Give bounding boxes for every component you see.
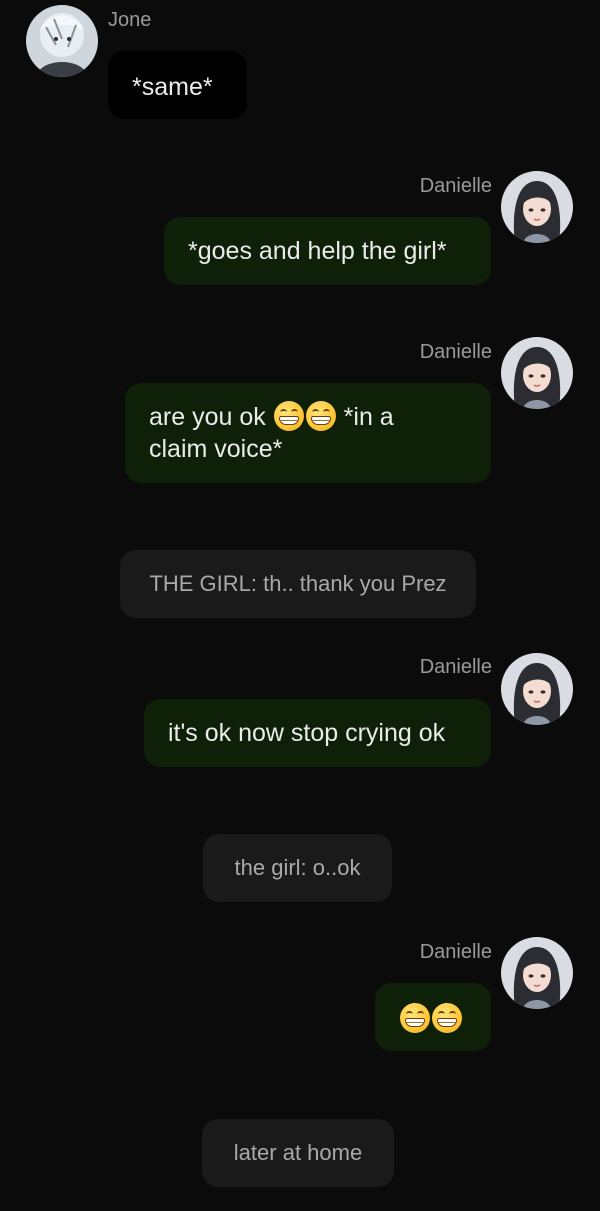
narration-text: later at home: [233, 1140, 363, 1165]
narration-text: THE GIRL: th.. thank you Prez: [149, 571, 447, 596]
narration-bubble[interactable]: THE GIRL: th.. thank you Prez: [120, 550, 476, 618]
narration-text: the girl: o..ok: [234, 855, 361, 880]
narration-bubble[interactable]: later at home: [202, 1119, 394, 1187]
sender-name: Danielle: [419, 656, 492, 678]
message-text: it's ok now stop crying ok: [168, 719, 446, 747]
avatar-danielle[interactable]: [501, 337, 573, 409]
message-text: *goes and help the girl*: [188, 237, 447, 265]
avatar-danielle[interactable]: [501, 171, 573, 243]
sender-name: Danielle: [419, 341, 492, 363]
avatar-danielle[interactable]: [501, 937, 573, 1009]
grinning-face-emoji-icon: [400, 1003, 430, 1033]
message-text: *same*: [132, 73, 213, 101]
message-bubble[interactable]: *same*: [108, 51, 247, 119]
grinning-face-emoji-icon: [432, 1003, 462, 1033]
grinning-face-emoji-icon: [305, 401, 336, 431]
message-text: claim voice*: [149, 435, 283, 463]
sender-name: Danielle: [419, 941, 492, 963]
sender-name: Danielle: [419, 175, 492, 197]
message-bubble[interactable]: [375, 983, 491, 1051]
message-bubble[interactable]: it's ok now stop crying ok: [144, 699, 491, 767]
message-bubble[interactable]: are you ok *in a claim voice*: [125, 383, 491, 483]
avatar-danielle[interactable]: [501, 653, 573, 725]
sender-name: Jone: [108, 9, 152, 31]
message-text: are you ok: [149, 403, 266, 431]
avatar-jone[interactable]: [26, 5, 98, 77]
narration-bubble[interactable]: the girl: o..ok: [203, 834, 392, 902]
message-text: *in a: [343, 403, 394, 431]
grinning-face-emoji-icon: [273, 401, 304, 431]
message-bubble[interactable]: *goes and help the girl*: [164, 217, 491, 285]
